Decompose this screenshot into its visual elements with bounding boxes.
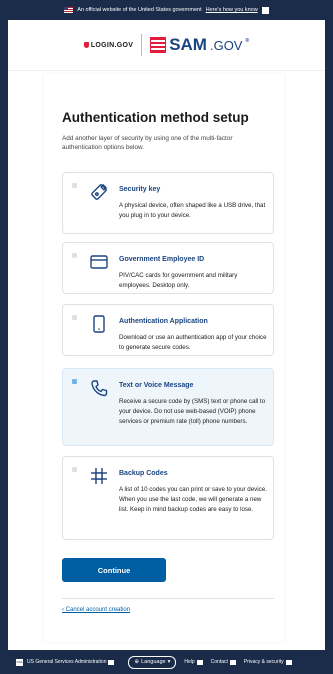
privacy-label: Privacy & security <box>243 659 284 665</box>
option-title: Security key <box>119 186 161 193</box>
option-desc: PIV/CAC cards for government and militar… <box>119 272 238 289</box>
radio-backup-codes[interactable] <box>72 467 77 472</box>
gov-banner-text: An official website of the United States… <box>77 7 202 13</box>
page-title: Authentication method setup <box>62 110 249 125</box>
radio-government-employee-id[interactable] <box>72 253 77 258</box>
cancel-account-creation-link[interactable]: ‹ Cancel account creation <box>62 607 130 613</box>
auth-setup-card: Authentication method setup Add another … <box>44 74 284 642</box>
external-link-icon <box>108 659 115 665</box>
option-title: Authentication Application <box>119 318 208 325</box>
help-label: Help <box>184 659 195 665</box>
contact-link[interactable]: Contact <box>211 659 236 665</box>
security-key-icon <box>91 183 108 200</box>
heres-how-you-know-link[interactable]: Here's how you know <box>206 7 258 13</box>
site-footer: GSA US General Services Administration ⊕… <box>0 650 333 674</box>
external-link-icon <box>285 659 292 665</box>
gsa-logo: GSA <box>16 658 23 666</box>
help-link[interactable]: Help <box>184 659 203 665</box>
option-government-employee-id[interactable]: Government Employee ID PIV/CAC cards for… <box>62 242 274 294</box>
option-text-or-voice-message[interactable]: Text or Voice Message Receive a secure c… <box>62 368 274 446</box>
shield-icon <box>83 42 89 48</box>
radio-authentication-application[interactable] <box>72 315 77 320</box>
us-flag-icon <box>64 7 74 13</box>
chevron-down-icon: ▾ <box>167 659 171 665</box>
option-authentication-application[interactable]: Authentication Application Download or u… <box>62 304 274 356</box>
continue-button[interactable]: Continue <box>62 558 166 582</box>
login-gov-logo: LOGIN.GOV <box>83 41 134 49</box>
language-label: Language <box>141 659 166 665</box>
logo-divider <box>141 34 143 56</box>
language-selector[interactable]: ⊕ Language ▾ <box>128 655 177 669</box>
backup-codes-icon <box>91 468 107 484</box>
phone-call-icon <box>91 380 108 397</box>
sam-logo-suffix: .GOV <box>209 37 243 53</box>
gov-banner: An official website of the United States… <box>0 0 333 20</box>
id-card-icon <box>90 255 108 269</box>
gsa-agency-name: US General Services Administration <box>27 659 107 665</box>
divider <box>62 598 274 599</box>
option-title: Backup Codes <box>119 470 168 477</box>
sam-flag-icon <box>150 37 167 53</box>
phone-app-icon <box>93 315 105 333</box>
option-desc: Download or use an authentication app of… <box>119 334 267 351</box>
sam-logo-main: SAM <box>169 35 207 54</box>
external-link-icon <box>229 659 236 665</box>
option-desc: A physical device, often shaped like a U… <box>119 202 266 219</box>
option-security-key[interactable]: Security key A physical device, often sh… <box>62 172 274 234</box>
page-container: LOGIN.GOV SAM .GOV ® Authentication method… <box>8 20 325 650</box>
site-header: LOGIN.GOV SAM .GOV ® <box>8 20 325 71</box>
external-link-icon <box>196 659 203 665</box>
radio-security-key[interactable] <box>72 183 77 188</box>
sam-logo-registered-mark: ® <box>245 38 250 44</box>
contact-label: Contact <box>210 659 228 665</box>
radio-text-or-voice-message[interactable] <box>72 379 77 384</box>
option-title: Government Employee ID <box>119 256 205 263</box>
option-desc: A list of 10 codes you can print or save… <box>119 486 267 513</box>
privacy-security-link[interactable]: Privacy & security <box>244 659 292 665</box>
sam-gov-logo: SAM .GOV ® <box>150 35 249 55</box>
option-backup-codes[interactable]: Backup Codes A list of 10 codes you can … <box>62 456 274 540</box>
globe-icon: ⊕ <box>134 659 140 665</box>
login-gov-logo-text: LOGIN.GOV <box>90 41 134 49</box>
option-desc: Receive a secure code by (SMS) text or p… <box>119 398 266 425</box>
page-subtitle: Add another layer of security by using o… <box>62 135 233 151</box>
chevron-down-icon[interactable] <box>261 6 269 14</box>
option-title: Text or Voice Message <box>119 382 194 389</box>
